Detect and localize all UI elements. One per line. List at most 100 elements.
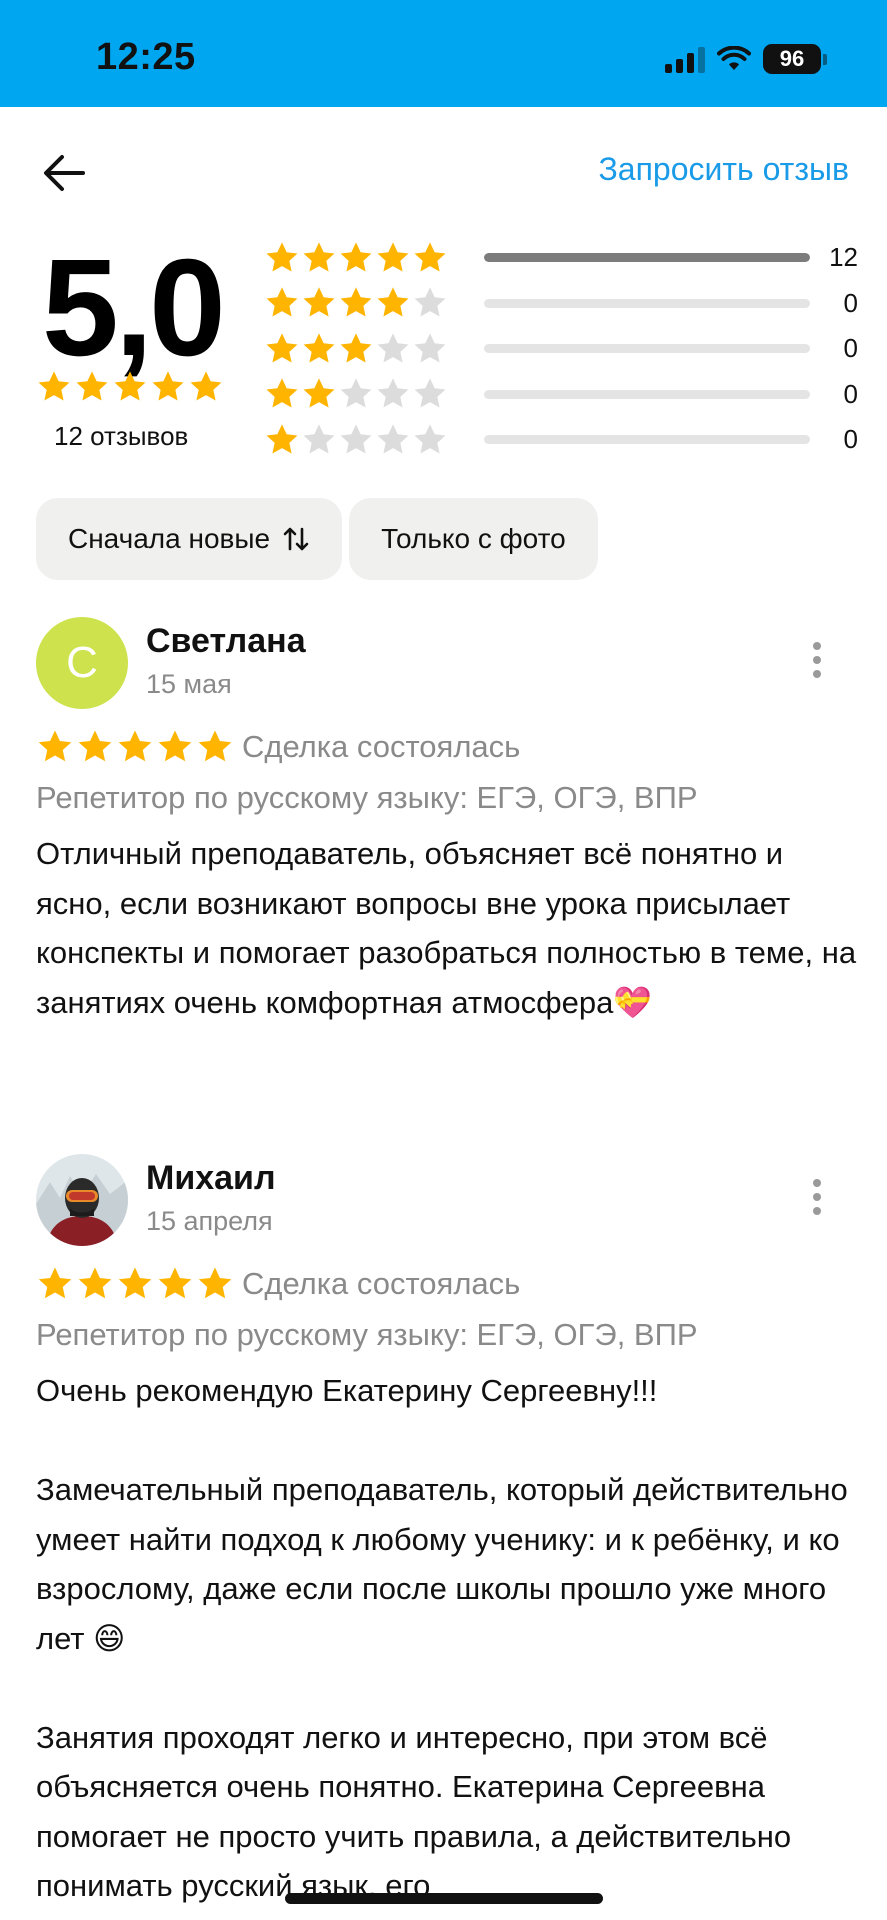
star-filled-icon xyxy=(266,424,298,454)
distribution-count: 0 xyxy=(843,333,858,364)
distribution-row-3: 0 xyxy=(264,326,858,372)
review-stars xyxy=(36,728,234,766)
review-date: 15 апреля xyxy=(146,1206,273,1236)
star-filled-icon xyxy=(198,1267,232,1299)
status-time: 12:25 xyxy=(96,36,196,78)
distribution-count: 0 xyxy=(843,287,858,318)
average-rating: 5,0 xyxy=(42,231,226,385)
star-filled-icon xyxy=(340,287,372,317)
review-paragraph: Очень рекомендую Екатерину Сергеевну!!! xyxy=(36,1373,658,1408)
star-filled-icon xyxy=(266,242,298,272)
sort-chip[interactable]: Сначала новые xyxy=(36,498,343,580)
avatar-photo xyxy=(36,1154,128,1246)
deal-status: Сделка состоялась xyxy=(242,729,521,764)
author-name: Михаил xyxy=(146,1159,276,1197)
distribution-row-1: 0 xyxy=(264,417,858,463)
distribution-bar xyxy=(484,344,810,354)
author-name: Светлана xyxy=(146,622,306,660)
star-filled-icon xyxy=(198,730,232,762)
home-indicator xyxy=(285,1893,603,1904)
star-empty-icon xyxy=(414,287,446,317)
back-button[interactable] xyxy=(38,147,90,199)
more-button[interactable] xyxy=(805,1175,829,1219)
rating-distribution: 12 0 0 0 0 xyxy=(264,235,858,463)
star-filled-icon xyxy=(38,371,70,401)
star-filled-icon xyxy=(38,1267,72,1299)
status-bar: 12:25 96 xyxy=(0,0,887,107)
distribution-count: 0 xyxy=(843,424,858,455)
battery-level: 96 xyxy=(763,44,821,74)
avatar-letter: С xyxy=(66,638,98,687)
star-filled-icon xyxy=(303,287,335,317)
review-paragraph: Занятия проходят легко и интересно, при … xyxy=(36,1719,792,1904)
distribution-row-4: 0 xyxy=(264,281,858,327)
row-stars xyxy=(264,331,450,367)
star-filled-icon xyxy=(38,730,72,762)
star-filled-icon xyxy=(118,1267,152,1299)
star-empty-icon xyxy=(340,378,372,408)
status-icons: 96 xyxy=(665,44,827,74)
star-filled-icon xyxy=(114,371,146,401)
star-filled-icon xyxy=(118,730,152,762)
review-text: Очень рекомендую Екатерину Сергеевну!!! … xyxy=(36,1366,866,1911)
star-filled-icon xyxy=(78,730,112,762)
distribution-bar xyxy=(484,389,810,399)
wifi-icon xyxy=(717,46,751,70)
sort-label: Сначала новые xyxy=(68,523,271,554)
star-filled-icon xyxy=(303,378,335,408)
star-empty-icon xyxy=(377,333,409,363)
star-filled-icon xyxy=(190,371,222,401)
row-stars xyxy=(264,422,450,458)
star-filled-icon xyxy=(377,242,409,272)
star-filled-icon xyxy=(340,333,372,363)
star-filled-icon xyxy=(152,371,184,401)
avatar[interactable] xyxy=(36,1154,128,1246)
reviews-count: 12 отзывов xyxy=(54,421,189,451)
top-nav: Запросить отзыв xyxy=(0,107,887,233)
star-filled-icon xyxy=(266,378,298,408)
row-stars xyxy=(264,376,450,412)
star-filled-icon xyxy=(158,1267,192,1299)
average-stars xyxy=(36,369,224,405)
row-stars xyxy=(264,285,450,321)
review-date: 15 мая xyxy=(146,669,232,699)
sort-icon xyxy=(283,527,309,551)
star-filled-icon xyxy=(414,242,446,272)
review-paragraph: Замечательный преподаватель, который дей… xyxy=(36,1472,848,1656)
distribution-row-5: 12 xyxy=(264,235,858,281)
star-filled-icon xyxy=(78,1267,112,1299)
row-stars xyxy=(264,240,450,276)
distribution-bar xyxy=(484,253,810,263)
star-empty-icon xyxy=(303,424,335,454)
star-empty-icon xyxy=(377,424,409,454)
photo-only-chip[interactable]: Только с фото xyxy=(349,498,598,580)
service-name: Репетитор по русскому языку: ЕГЭ, ОГЭ, В… xyxy=(36,780,698,815)
star-filled-icon xyxy=(303,242,335,272)
star-filled-icon xyxy=(266,333,298,363)
more-button[interactable] xyxy=(805,638,829,682)
star-empty-icon xyxy=(414,378,446,408)
service-name: Репетитор по русскому языку: ЕГЭ, ОГЭ, В… xyxy=(36,1317,698,1352)
distribution-bar xyxy=(484,435,810,445)
star-filled-icon xyxy=(377,287,409,317)
star-empty-icon xyxy=(414,333,446,363)
distribution-count: 12 xyxy=(829,242,858,273)
star-filled-icon xyxy=(266,287,298,317)
request-review-link[interactable]: Запросить отзыв xyxy=(598,151,849,188)
star-empty-icon xyxy=(377,378,409,408)
more-vertical-icon xyxy=(813,642,821,650)
more-vertical-icon xyxy=(813,1179,821,1187)
filters: Сначала новые Только с фото xyxy=(36,498,598,580)
photo-only-label: Только с фото xyxy=(381,523,566,554)
battery-icon: 96 xyxy=(763,44,827,74)
review-stars xyxy=(36,1265,234,1303)
star-filled-icon xyxy=(158,730,192,762)
deal-status: Сделка состоялась xyxy=(242,1266,521,1301)
avatar[interactable]: С xyxy=(36,617,128,709)
back-arrow-icon xyxy=(44,155,85,191)
distribution-count: 0 xyxy=(843,378,858,409)
star-empty-icon xyxy=(414,424,446,454)
star-filled-icon xyxy=(340,242,372,272)
star-filled-icon xyxy=(76,371,108,401)
star-empty-icon xyxy=(340,424,372,454)
